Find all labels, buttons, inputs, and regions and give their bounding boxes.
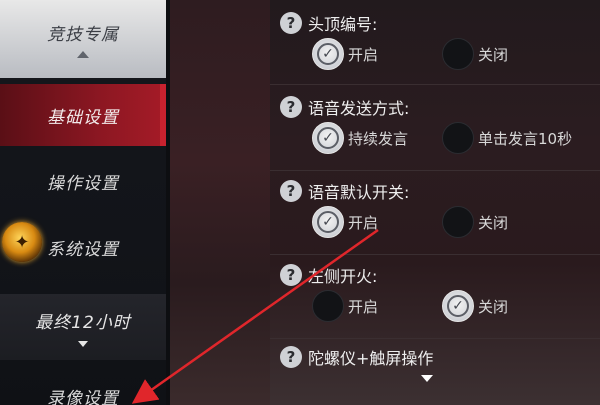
radio-button[interactable]: ✓ — [442, 290, 474, 322]
option-label: 持续发言 — [348, 129, 409, 148]
background-strip — [166, 0, 270, 405]
divider — [270, 338, 600, 339]
divider — [270, 254, 600, 255]
option-label: 开启 — [348, 297, 379, 316]
help-icon[interactable]: ? — [280, 12, 302, 34]
radio-button[interactable] — [442, 206, 474, 238]
radio-button[interactable]: ✓ — [312, 122, 344, 154]
radio-option-on[interactable]: ✓ 开启 — [312, 206, 378, 238]
sidebar-item-basic-settings[interactable]: 基础设置 — [0, 84, 166, 146]
sidebar-item-label: 最终12小时 — [35, 312, 131, 333]
sidebar-item-label: 录像设置 — [47, 389, 119, 405]
radio-option-on[interactable]: 开启 — [312, 290, 378, 322]
check-icon: ✓ — [317, 211, 339, 233]
check-icon: ✓ — [317, 127, 339, 149]
sidebar-item-label: 竞技专属 — [47, 25, 119, 45]
radio-option-on[interactable]: ✓ 开启 — [312, 38, 378, 70]
help-icon[interactable]: ? — [280, 96, 302, 118]
radio-button[interactable]: ✓ — [312, 38, 344, 70]
sidebar-item-operation-settings[interactable]: 操作设置 — [0, 150, 166, 212]
setting-head-number: ? 头顶编号: ✓ 开启 关闭 — [270, 10, 600, 76]
help-icon[interactable]: ? — [280, 264, 302, 286]
check-icon: ✓ — [317, 43, 339, 65]
option-label: 单击发言10秒 — [478, 129, 573, 148]
help-icon[interactable]: ? — [280, 180, 302, 202]
chevron-down-icon[interactable] — [78, 340, 88, 347]
sidebar: 竞技专属 基础设置 操作设置 系统设置 最终12小时 录像设置 ✦ — [0, 0, 166, 405]
radio-button[interactable] — [312, 290, 344, 322]
check-icon: ✓ — [447, 295, 469, 317]
chevron-up-icon[interactable] — [77, 51, 89, 58]
setting-title: 左侧开火: — [308, 267, 378, 286]
rank-badge-icon: ✦ — [2, 222, 42, 262]
radio-button[interactable] — [442, 122, 474, 154]
radio-option-single-click[interactable]: 单击发言10秒 — [442, 122, 572, 154]
radio-option-off[interactable]: ✓ 关闭 — [442, 290, 508, 322]
radio-button[interactable]: ✓ — [312, 206, 344, 238]
divider — [270, 84, 600, 85]
setting-left-fire: ? 左侧开火: 开启 ✓ 关闭 — [270, 262, 600, 328]
option-label: 关闭 — [478, 45, 509, 64]
settings-panel: ? 头顶编号: ✓ 开启 关闭 ? 语音发送方式: ✓ 持续发言 单击发言10秒… — [270, 0, 600, 405]
sidebar-item-label: 基础设置 — [47, 107, 119, 128]
setting-voice-default: ? 语音默认开关: ✓ 开启 关闭 — [270, 178, 600, 244]
sidebar-item-final-12h[interactable]: 最终12小时 — [0, 294, 166, 360]
scroll-down-icon[interactable] — [421, 375, 433, 382]
setting-title: 语音发送方式: — [308, 99, 410, 118]
setting-voice-send-mode: ? 语音发送方式: ✓ 持续发言 单击发言10秒 — [270, 94, 600, 160]
option-label: 开启 — [348, 45, 379, 64]
sidebar-item-label: 系统设置 — [47, 239, 119, 260]
setting-title: 语音默认开关: — [308, 183, 410, 202]
radio-option-off[interactable]: 关闭 — [442, 38, 508, 70]
sidebar-item-label: 操作设置 — [47, 173, 119, 194]
option-label: 关闭 — [478, 297, 509, 316]
setting-title: 陀螺仪+触屏操作 — [308, 349, 434, 368]
sidebar-item-replay-settings[interactable]: 录像设置 — [0, 372, 166, 405]
option-label: 开启 — [348, 213, 379, 232]
radio-button[interactable] — [442, 38, 474, 70]
option-label: 关闭 — [478, 213, 509, 232]
setting-title: 头顶编号: — [308, 15, 378, 34]
setting-gyro-touch: ? 陀螺仪+触屏操作 — [270, 344, 600, 370]
radio-option-off[interactable]: 关闭 — [442, 206, 508, 238]
help-icon[interactable]: ? — [280, 346, 302, 368]
sidebar-item-competitive[interactable]: 竞技专属 — [0, 0, 166, 78]
divider — [270, 170, 600, 171]
radio-option-continuous[interactable]: ✓ 持续发言 — [312, 122, 408, 154]
